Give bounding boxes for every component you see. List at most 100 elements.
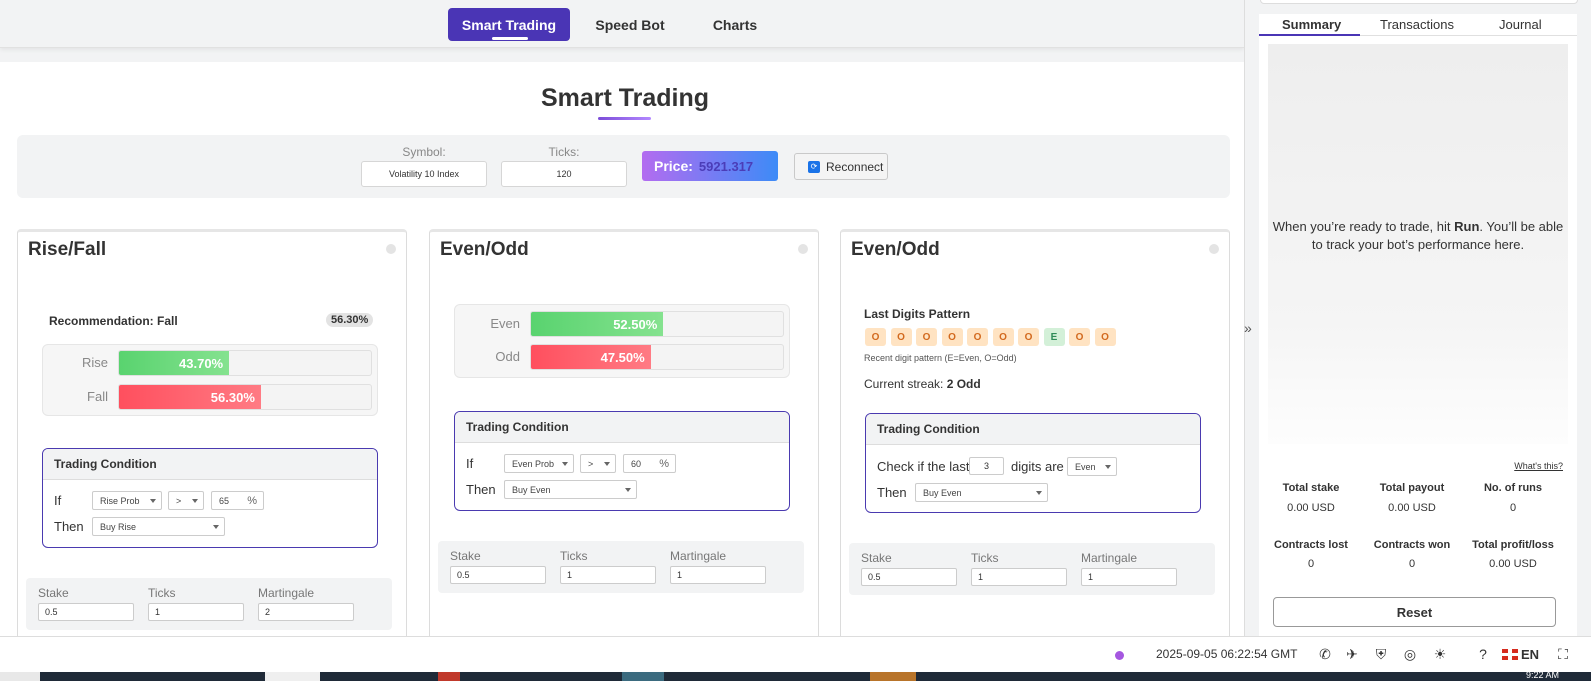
status-dot — [798, 244, 808, 254]
check-label: Check if the last — [877, 459, 970, 474]
digits-row: OOOOOOOEOO — [865, 328, 1145, 346]
threshold-input[interactable]: 60% — [623, 454, 676, 473]
stake-input[interactable]: 0.5 — [38, 603, 134, 621]
digit-count-input[interactable]: 3 — [969, 457, 1004, 475]
probability-bars: Even 52.50% Odd 47.50% — [454, 304, 790, 378]
martingale-label: Martingale — [1081, 551, 1138, 565]
martingale-input[interactable]: 1 — [670, 566, 766, 584]
bar-track-even: 52.50% — [530, 311, 784, 337]
chevron-down-icon — [562, 462, 568, 466]
tab-summary[interactable]: Summary — [1282, 17, 1341, 32]
tab-charts[interactable]: Charts — [690, 8, 780, 41]
tab-speed-bot[interactable]: Speed Bot — [580, 8, 680, 41]
app-root: Smart Trading Speed Bot Charts Smart Tra… — [0, 0, 1591, 681]
operator-value: > — [176, 495, 182, 506]
stake-label: Stake — [861, 551, 892, 565]
even-odd-digits-card: Even/Odd Last Digits Pattern OOOOOOOEOO … — [840, 229, 1230, 636]
metric-select[interactable]: Rise Prob — [92, 491, 162, 510]
even-odd-card: Even/Odd Even 52.50% Odd 47.50% Trading … — [429, 229, 819, 636]
threshold-input[interactable]: 65% — [211, 491, 264, 510]
whatsapp-icon[interactable]: ✆ — [1316, 645, 1334, 663]
help-icon[interactable]: ? — [1474, 645, 1492, 663]
chevron-down-icon — [213, 525, 219, 529]
chevron-down-icon — [192, 499, 198, 503]
language-selector[interactable]: EN — [1502, 647, 1539, 662]
empty-msg-text: When you’re ready to trade, hit — [1272, 219, 1455, 234]
controls-bar: Symbol: Volatility 10 Index Ticks: 120 P… — [17, 135, 1230, 198]
price-display: Price: 5921.317 — [642, 151, 778, 181]
martingale-input[interactable]: 1 — [1081, 568, 1177, 586]
stake-input[interactable]: 0.5 — [861, 568, 957, 586]
stat-runs-label: No. of runs — [1483, 482, 1543, 494]
condition-header: Trading Condition — [455, 412, 789, 443]
percent-unit: % — [659, 457, 669, 470]
digit-chip: O — [992, 328, 1014, 346]
fullscreen-icon[interactable]: ⛶ — [1554, 645, 1572, 663]
ticks-input[interactable]: 1 — [148, 603, 244, 621]
chevron-down-icon — [1036, 491, 1042, 495]
symbol-select[interactable]: Volatility 10 Index — [361, 161, 487, 187]
tab-transactions[interactable]: Transactions — [1380, 17, 1454, 32]
reset-button[interactable]: Reset — [1273, 597, 1556, 627]
chevron-down-icon — [150, 499, 156, 503]
action-select[interactable]: Buy Even — [915, 483, 1048, 502]
metric-select[interactable]: Even Prob — [504, 454, 574, 473]
percent-unit: % — [247, 494, 257, 507]
refresh-icon: ⟳ — [808, 160, 820, 173]
operator-select[interactable]: > — [168, 491, 204, 510]
stat-won-value: 0 — [1408, 558, 1416, 570]
current-streak: Current streak: 2 Odd — [864, 377, 981, 391]
card-title: Even/Odd — [440, 239, 529, 260]
bar-fill-rise: 43.70% — [119, 351, 230, 375]
action-select[interactable]: Buy Rise — [92, 517, 225, 536]
ticks-input[interactable]: 120 — [501, 161, 627, 187]
then-label: Then — [54, 519, 84, 534]
digit-chip: O — [916, 328, 937, 346]
stat-total-payout-value: 0.00 USD — [1388, 502, 1436, 514]
stat-total-stake-value: 0.00 USD — [1287, 502, 1335, 514]
ticks-input[interactable]: 1 — [560, 566, 656, 584]
martingale-label: Martingale — [670, 549, 727, 563]
taskbar-app[interactable] — [622, 672, 664, 681]
stake-label: Stake — [450, 549, 481, 563]
digit-chip: O — [1069, 328, 1090, 346]
parity-value: Even — [1075, 461, 1096, 472]
top-nav: Smart Trading Speed Bot Charts — [0, 0, 1244, 48]
parity-select[interactable]: Even — [1067, 457, 1117, 476]
taskbar-app[interactable] — [438, 672, 460, 681]
trading-condition: Trading Condition If Even Prob > 60% The… — [454, 411, 790, 511]
ticks-input[interactable]: 1 — [971, 568, 1067, 586]
taskbar-app[interactable] — [870, 672, 916, 681]
empty-state: When you’re ready to trade, hit Run. You… — [1268, 44, 1568, 444]
reconnect-button[interactable]: ⟳ Reconnect — [794, 153, 888, 180]
martingale-input[interactable]: 2 — [258, 603, 354, 621]
taskbar-start[interactable] — [0, 672, 40, 681]
operator-select[interactable]: > — [580, 454, 616, 473]
stat-profit-label: Total profit/loss — [1472, 539, 1554, 551]
taskbar-app[interactable] — [265, 672, 320, 681]
action-select[interactable]: Buy Even — [504, 480, 637, 499]
tab-journal[interactable]: Journal — [1499, 17, 1542, 32]
digits-pattern-title: Last Digits Pattern — [864, 307, 971, 321]
chevron-down-icon — [604, 462, 610, 466]
sun-icon[interactable]: ☀ — [1431, 645, 1449, 663]
bar-fill-fall: 56.30% — [119, 385, 261, 409]
tab-smart-trading[interactable]: Smart Trading — [448, 8, 570, 41]
condition-header: Trading Condition — [43, 449, 377, 480]
telegram-icon[interactable]: ✈ — [1343, 645, 1361, 663]
collapse-panel-icon[interactable]: » — [1244, 320, 1252, 336]
shield-icon[interactable]: ⛨ — [1372, 645, 1390, 663]
streak-label: Current streak: — [864, 377, 944, 391]
martingale-label: Martingale — [258, 586, 315, 600]
whats-this-link[interactable]: What's this? — [1514, 461, 1563, 471]
recommendation-badge: 56.30% — [326, 313, 374, 327]
digit-chip: O — [941, 328, 963, 346]
digit-chip: O — [1094, 328, 1116, 346]
trading-condition: Trading Condition Check if the last 3 di… — [865, 413, 1201, 513]
stake-input[interactable]: 0.5 — [450, 566, 546, 584]
stats-section: What's this? Total stake 0.00 USD Total … — [1259, 451, 1577, 636]
ticks-label: Ticks — [148, 586, 176, 600]
ticks-label: Ticks — [560, 549, 588, 563]
gauge-icon[interactable]: ◎ — [1401, 645, 1419, 663]
rise-fall-card: Rise/Fall Recommendation: Fall 56.30% Ri… — [17, 229, 407, 636]
